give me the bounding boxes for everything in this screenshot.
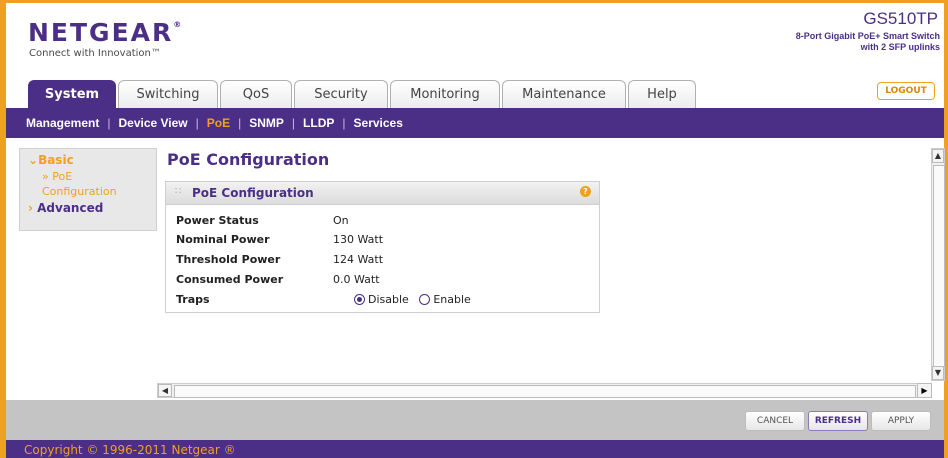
subnav-lldp[interactable]: LLDP [303,116,334,130]
subnav-poe[interactable]: PoE [207,116,230,130]
nominal-power-label: Nominal Power [176,233,270,246]
power-status-value: On [333,214,349,227]
tagline: Connect with Innovation™ [29,48,161,59]
vertical-scrollbar[interactable]: ▲ ▼ [931,148,945,381]
copyright-text: Copyright © 1996-2011 Netgear ® [24,443,236,457]
traps-enable-option[interactable]: Enable [419,293,471,306]
scroll-left-icon[interactable]: ◀ [158,384,172,397]
sidebar-item-basic[interactable]: ⌄Basic [28,153,74,167]
subnav-device-view[interactable]: Device View [118,116,187,130]
panel-header: ∷ PoE Configuration ? [166,182,599,205]
sidebar-item-advanced[interactable]: › Advanced [28,201,103,215]
footer: Copyright © 1996-2011 Netgear ® [6,440,944,458]
consumed-power-value: 0.0 Watt [333,273,380,286]
scroll-down-icon[interactable]: ▼ [932,366,944,380]
cancel-button[interactable]: CANCEL [745,411,805,431]
horizontal-scrollbar[interactable]: ◀ [157,383,932,398]
tab-monitoring[interactable]: Monitoring [390,80,500,108]
model-desc-line2: with 2 SFP uplinks [860,42,940,52]
model-desc-line1: 8-Port Gigabit PoE+ Smart Switch [795,31,940,41]
row-traps: Traps Disable Enable [176,293,596,311]
sidebar-advanced-label: Advanced [37,201,104,215]
left-border [0,0,6,458]
chevron-down-icon: ⌄ [28,153,39,167]
top-border [0,0,948,3]
subnav-management[interactable]: Management [26,116,99,130]
refresh-button[interactable]: REFRESH [808,411,868,431]
netgear-logo: NETGEAR® [28,18,182,47]
poe-config-panel: ∷ PoE Configuration ? Power Status On No… [165,181,600,313]
page-title: PoE Configuration [167,150,330,169]
tab-system[interactable]: System [28,80,116,108]
traps-label: Traps [176,293,210,306]
enable-label: Enable [433,293,471,306]
logo-text: NETGEAR [28,18,174,47]
chevron-right-icon: › [28,201,38,215]
sidebar-poe-line2: Configuration [42,185,117,198]
threshold-power-value: 124 Watt [333,253,384,266]
power-status-label: Power Status [176,214,259,227]
tab-qos[interactable]: QoS [220,80,292,108]
panel-title: PoE Configuration [192,186,314,200]
sidebar: ⌄Basic » PoE Configuration › Advanced [19,148,157,231]
consumed-power-label: Consumed Power [176,273,284,286]
model-name: GS510TP [863,9,938,28]
help-icon[interactable]: ? [580,186,591,197]
sidebar-poe-line1: » PoE [42,170,73,183]
sub-navigation: Management | Device View | PoE | SNMP | … [6,108,944,138]
logout-button[interactable]: LOGOUT [877,82,935,100]
sidebar-item-poe-configuration[interactable]: » PoE Configuration [42,169,117,199]
tab-switching[interactable]: Switching [118,80,218,108]
scroll-right-icon[interactable]: ▶ [917,383,932,398]
tab-maintenance[interactable]: Maintenance [502,80,626,108]
scroll-up-icon[interactable]: ▲ [932,149,944,163]
disable-label: Disable [368,293,409,306]
app-window: NETGEAR® Connect with Innovation™ GS510T… [0,0,948,458]
tab-help[interactable]: Help [628,80,696,108]
apply-button[interactable]: APPLY [871,411,931,431]
drag-handle-icon: ∷ [175,186,182,197]
nominal-power-value: 130 Watt [333,233,384,246]
traps-radio-group: Disable Enable [354,293,554,306]
tab-security[interactable]: Security [294,80,388,108]
model-description: 8-Port Gigabit PoE+ Smart Switch with 2 … [796,31,940,53]
radio-disable[interactable] [354,294,365,305]
horizontal-scroll-thumb[interactable] [174,385,916,398]
radio-enable[interactable] [419,294,431,305]
sidebar-basic-label: Basic [38,153,74,167]
traps-disable-option[interactable]: Disable [354,293,409,306]
threshold-power-label: Threshold Power [176,253,281,266]
subnav-snmp[interactable]: SNMP [249,116,284,130]
subnav-services[interactable]: Services [354,116,403,130]
vertical-scroll-thumb[interactable] [933,165,945,367]
